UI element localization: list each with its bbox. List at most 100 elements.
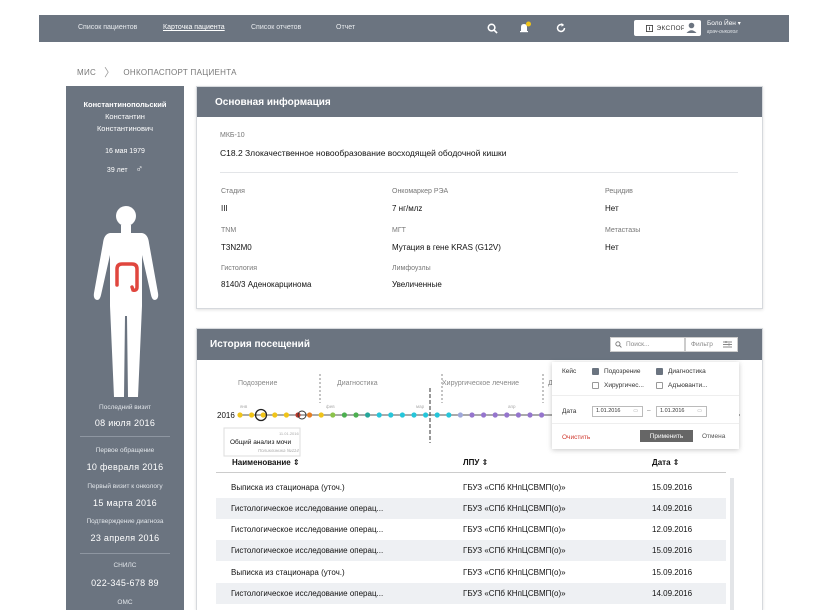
- visit-dot[interactable]: [341, 412, 347, 418]
- first-oncologist-visit-value: 15 марта 2016: [93, 498, 157, 508]
- search-icon[interactable]: [485, 21, 499, 35]
- visit-dot[interactable]: [376, 412, 382, 418]
- month-label: мар: [416, 404, 425, 409]
- user-name[interactable]: Боло Йен ▾: [707, 20, 741, 27]
- table-row[interactable]: Выписка из стационара (уточ.) ГБУЗ «СПб …: [216, 562, 726, 583]
- visit-dot[interactable]: [527, 412, 533, 418]
- table-row[interactable]: Гистологическое исследование операц... Г…: [216, 540, 726, 561]
- tnm-value: T3N2M0: [221, 243, 252, 252]
- metastases-value: Нет: [605, 243, 619, 252]
- column-header-name[interactable]: Наименование ⇕: [232, 458, 300, 467]
- mkb-value: C18.2 Злокачественное новообразование во…: [220, 148, 507, 158]
- stage-value: III: [221, 204, 228, 213]
- export-icon: [645, 24, 653, 32]
- clear-filter-button[interactable]: Очистить: [562, 434, 590, 441]
- checkbox-suspicion[interactable]: [592, 368, 599, 375]
- nav-link-reports[interactable]: Список отчетов: [251, 24, 301, 31]
- column-header-date[interactable]: Дата ⇕: [652, 458, 679, 467]
- tooltip-date: 11.01.2016: [279, 431, 299, 436]
- divider: [552, 395, 739, 396]
- table-row[interactable]: Гистологическое исследование операц... Г…: [216, 583, 726, 604]
- notification-bell-icon[interactable]: [518, 21, 532, 35]
- checkbox-adjuvant-label: Адъюванти...: [668, 382, 708, 389]
- date-to-input[interactable]: 1.01.2016 ▭: [656, 406, 707, 417]
- avatar[interactable]: [684, 20, 699, 35]
- mgt-value: Мутация в гене KRAS (G12V): [392, 243, 501, 252]
- visit-dot[interactable]: [481, 412, 487, 418]
- main-info-title: Основная информация: [197, 87, 762, 117]
- checkbox-diagnostics[interactable]: [656, 368, 663, 375]
- visit-dot[interactable]: [411, 412, 417, 418]
- snils-value: 022-345-678 89: [91, 578, 159, 588]
- row-date: 15.09.2016: [652, 483, 693, 492]
- visit-dot[interactable]: [330, 412, 336, 418]
- last-visit-label: Последний визит: [99, 404, 151, 411]
- table-scrollbar[interactable]: [730, 478, 734, 610]
- visit-dot[interactable]: [492, 412, 498, 418]
- mkb-label: МКБ-10: [220, 132, 245, 139]
- checkbox-surgery[interactable]: [592, 382, 599, 389]
- visit-dot[interactable]: [446, 412, 452, 418]
- visit-dot[interactable]: [399, 412, 405, 418]
- visit-dot[interactable]: [249, 412, 255, 418]
- phase-label-suspicion: Подозрение: [238, 380, 277, 387]
- visit-dot[interactable]: [423, 412, 429, 418]
- table-row[interactable]: Гистологическое исследование операц... Г…: [216, 519, 726, 540]
- row-name: Гистологическое исследование операц...: [231, 546, 384, 555]
- visit-dot[interactable]: [539, 412, 545, 418]
- nav-link-patients[interactable]: Список пациентов: [78, 24, 137, 31]
- phase-label-surgery: Хирургическое лечение: [442, 380, 519, 387]
- visit-dot[interactable]: [318, 412, 324, 418]
- nav-link-report[interactable]: Отчет: [336, 24, 355, 31]
- visit-dot[interactable]: [307, 412, 313, 418]
- visit-dot[interactable]: [272, 412, 278, 418]
- checkbox-adjuvant[interactable]: [656, 382, 663, 389]
- breadcrumb-root[interactable]: МИС: [77, 68, 96, 77]
- row-lpu: ГБУЗ «СПб КНпЦСВМП(о)»: [463, 568, 566, 577]
- timeline-year: 2016: [217, 411, 235, 420]
- apply-filter-button[interactable]: Применить: [640, 430, 693, 442]
- date-from-value: 1.01.2016: [596, 408, 621, 414]
- visit-dot[interactable]: [504, 412, 510, 418]
- checkbox-suspicion-label: Подозрение: [604, 368, 641, 375]
- mgt-label: МГТ: [392, 227, 406, 234]
- snils-label: СНИЛС: [113, 562, 137, 569]
- filter-button[interactable]: Фильтр: [685, 337, 738, 352]
- chevron-right-icon: 〉: [104, 67, 116, 79]
- row-lpu: ГБУЗ «СПб КНпЦСВМП(о)»: [463, 483, 566, 492]
- visit-dot[interactable]: [260, 412, 266, 418]
- visit-dot[interactable]: [353, 412, 359, 418]
- checkbox-surgery-label: Хирургичес...: [604, 382, 644, 389]
- visit-dot[interactable]: [283, 412, 289, 418]
- phase-label-diagnostics: Диагностика: [337, 380, 378, 387]
- diagnosis-confirmation-value: 23 апреля 2016: [90, 533, 160, 543]
- visit-dot[interactable]: [237, 412, 243, 418]
- table-header-divider: [216, 472, 726, 473]
- chevron-down-icon: ▾: [737, 21, 741, 27]
- month-label: апр: [508, 404, 516, 409]
- sort-icon: ⇕: [672, 458, 680, 467]
- row-name: Выписка из стационара (уточ.): [231, 483, 345, 492]
- column-header-lpu[interactable]: ЛПУ ⇕: [463, 458, 488, 467]
- nav-link-patient-card[interactable]: Карточка пациента: [163, 24, 225, 31]
- month-label: янв: [240, 404, 248, 409]
- patient-birth-date: 16 мая 1979: [105, 148, 145, 155]
- stage-label: Стадия: [221, 188, 245, 195]
- cea-marker-label: Онкомаркер РЭА: [392, 188, 449, 195]
- visit-dot[interactable]: [434, 412, 440, 418]
- search-input[interactable]: Поиск...: [610, 337, 685, 352]
- cancel-filter-button[interactable]: Отмена: [702, 433, 725, 440]
- breadcrumb-current: ОНКОПАСПОРТ ПАЦИЕНТА: [123, 67, 237, 77]
- visit-dot[interactable]: [365, 412, 371, 418]
- visit-dot[interactable]: [388, 412, 394, 418]
- date-from-input[interactable]: 1.01.2016 ▭: [592, 406, 643, 417]
- visit-dot[interactable]: [469, 412, 475, 418]
- case-label: Кейс: [562, 368, 577, 375]
- refresh-icon[interactable]: [554, 21, 568, 35]
- visit-dot[interactable]: [457, 412, 463, 418]
- visit-dot[interactable]: [515, 412, 521, 418]
- table-row[interactable]: Гистологическое исследование операц... Г…: [216, 498, 726, 519]
- first-oncologist-visit-label: Первый визит к онкологу: [87, 483, 163, 490]
- table-row[interactable]: Выписка из стационара (уточ.) ГБУЗ «СПб …: [216, 477, 726, 498]
- search-placeholder: Поиск...: [626, 341, 650, 348]
